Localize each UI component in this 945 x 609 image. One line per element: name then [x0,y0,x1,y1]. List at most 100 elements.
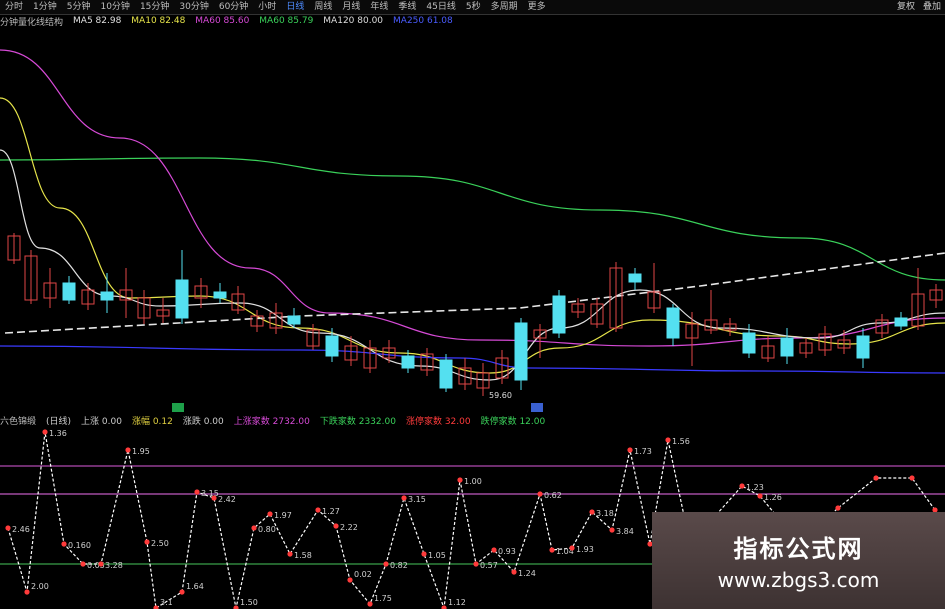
candle-body [856,335,870,359]
oscillator-value-label: 3.28 [105,561,123,570]
oscillator-point [873,475,879,481]
oscillator-point [125,447,131,453]
oscillator-point [549,547,555,553]
period-tab[interactable]: 多周期 [486,0,523,14]
moving-average-line [0,97,945,374]
period-tab[interactable]: 5分钟 [62,0,96,14]
period-tab[interactable]: 更多 [523,0,551,14]
oscillator-point [179,589,185,595]
oscillator-value-label: 0.82 [390,561,408,570]
candle-body [175,279,189,319]
watermark-title: 指标公式网 [733,535,864,563]
legend-item: MA5 82.98 [73,16,122,26]
moving-average-line [0,157,945,281]
period-tab[interactable]: 周线 [309,0,337,14]
candle-body [401,355,415,369]
indicator-name: 分钟量化线结构 [0,17,64,28]
oscillator-value-label: 1.27 [322,507,340,516]
oscillator-value-label: 1.75 [374,594,392,603]
legend-item: MA120 80.00 [323,16,384,26]
toolbar-right-button[interactable]: 叠加 [923,0,941,14]
oscillator-value-label: 1.05 [428,551,446,560]
period-tab[interactable]: 年线 [365,0,393,14]
oscillator-value-label: 2.22 [340,523,358,532]
oscillator-point [315,507,321,513]
toolbar-right-button[interactable]: 复权 [897,0,915,14]
oscillator-value-label: 0.93 [498,547,516,556]
oscillator-value-label: 0.160 [68,541,91,550]
oscillator-value-label: 2.46 [12,525,30,534]
oscillator-point [333,523,339,529]
oscillator-value-label: 3.84 [616,527,634,536]
oscillator-value-label: 0.57 [480,561,498,570]
period-tab[interactable]: 5秒 [461,0,486,14]
oscillator-value-label: 3.15 [408,495,426,504]
oscillator-point [473,561,479,567]
oscillator-point [511,569,517,575]
candle-body [514,322,528,381]
period-tab[interactable]: 60分钟 [214,0,253,14]
period-tab[interactable]: 月线 [337,0,365,14]
oscillator-point [835,505,841,511]
legend-item: MA10 82.48 [131,16,186,26]
oscillator-point [421,551,427,557]
oscillator-value-label: 0.80 [258,525,276,534]
oscillator-point [24,589,30,595]
oscillator-point [589,509,595,515]
oscillator-point [739,483,745,489]
oscillator-point [42,429,48,435]
ma120-dashed-line [4,252,945,334]
period-tab[interactable]: 季线 [393,0,421,14]
period-tab[interactable]: 分时 [0,0,28,14]
oscillator-point [98,561,104,567]
candle-body [894,317,908,327]
oscillator-value-label: 1.24 [518,569,536,578]
oscillator-point [537,491,543,497]
oscillator-point [153,605,159,609]
candle-body [628,273,642,283]
watermark-url: www.zbgs3.com [717,568,880,592]
stock-chart-window: { "toolbar": { "items": ["分时","1分钟","5分钟… [0,0,945,609]
watermark: 指标公式网 www.zbgs3.com [652,512,945,609]
candle-body [287,315,301,325]
period-tab[interactable]: 1分钟 [28,0,62,14]
oscillator-value-label: 1.12 [448,598,466,607]
oscillator-value-label: 1.00 [464,477,482,486]
oscillator-value-label: 3.1 [160,598,173,607]
oscillator-value-label: 3.18 [596,509,614,518]
moving-average-line [0,49,945,347]
oscillator-value-label: 1.23 [746,483,764,492]
oscillator-value-label: 2.42 [218,495,236,504]
candle-body [213,291,227,299]
oscillator-point [5,525,11,531]
candle-body [780,337,794,357]
oscillator-point [441,605,447,609]
period-tab[interactable]: 10分钟 [95,0,134,14]
candle-body [742,332,756,354]
oscillator-value-label: 1.64 [186,582,204,591]
oscillator-point [287,551,293,557]
oscillator-point [491,547,497,553]
candle-body [325,335,339,357]
green-marker [172,403,184,412]
period-tab[interactable]: 15分钟 [135,0,174,14]
candle-body [62,282,76,301]
oscillator-value-label: 1.95 [132,447,150,456]
oscillator-value-label: 1.36 [49,429,67,438]
oscillator-value-label: 2.50 [151,539,169,548]
candlestick-chart[interactable] [0,28,945,423]
oscillator-value-label: 1.97 [274,511,292,520]
oscillator-value-label: 2.00 [31,582,49,591]
main-legend: 分钟量化线结构 MA5 82.98 MA10 82.48 MA60 85.60 MA6… [0,15,473,28]
oscillator-point [457,477,463,483]
oscillator-point [627,447,633,453]
oscillator-point [367,601,373,607]
period-tab[interactable]: 小时 [253,0,281,14]
candle-body [100,291,114,301]
period-tab[interactable]: 30分钟 [174,0,213,14]
oscillator-point [144,539,150,545]
period-tab[interactable]: 日线 [281,0,309,14]
oscillator-value-label: 0.62 [544,491,562,500]
period-tab[interactable]: 45日线 [421,0,460,14]
candle-body [439,359,453,389]
